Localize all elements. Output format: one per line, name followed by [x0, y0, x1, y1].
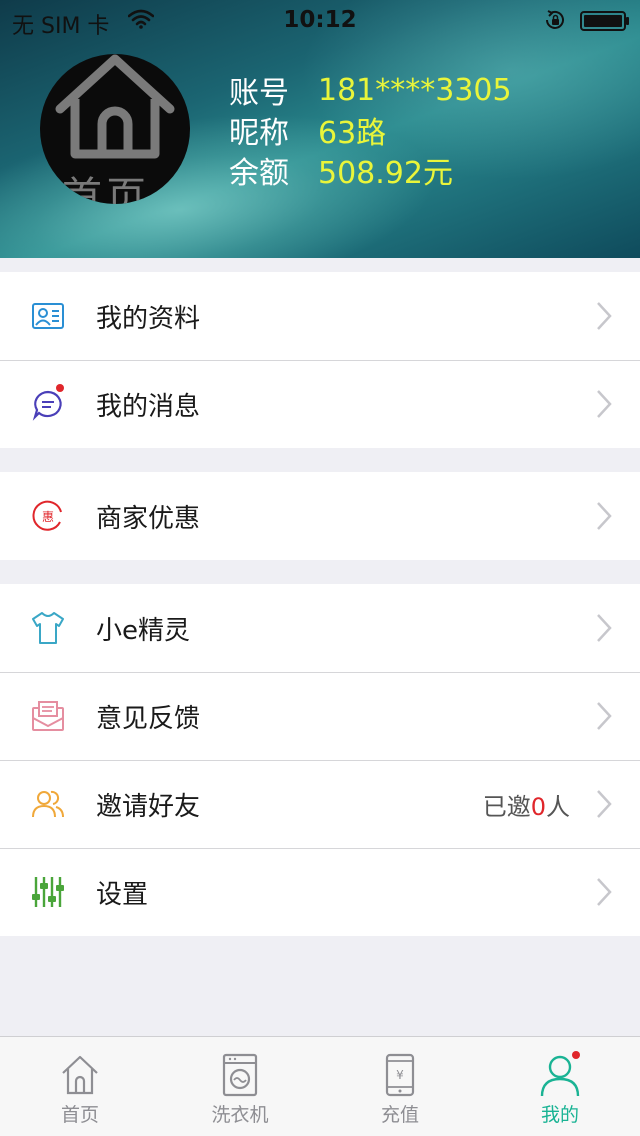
account-info: 账号 181****3305 昵称 63路 余额 508.92元	[229, 70, 512, 192]
menu-item-feedback[interactable]: 意见反馈	[0, 672, 640, 760]
menu-item-my-profile[interactable]: 我的资料	[0, 272, 640, 360]
battery-icon	[580, 11, 630, 37]
notification-badge	[572, 1051, 580, 1059]
tab-label: 充值	[380, 1104, 419, 1126]
home-icon	[60, 1053, 100, 1101]
rotation-lock-icon	[543, 9, 567, 37]
chevron-right-icon	[596, 701, 612, 735]
menu-item-e-assistant[interactable]: 小e精灵	[0, 584, 640, 672]
envelope-icon	[30, 698, 66, 734]
tab-washer[interactable]: 洗衣机	[160, 1037, 320, 1136]
discount-icon: 惠	[30, 498, 66, 534]
menu-item-my-messages[interactable]: 我的消息	[0, 360, 640, 448]
tab-recharge[interactable]: ¥ 充值	[320, 1037, 480, 1136]
menu-item-label: 小e精灵	[96, 615, 190, 646]
nickname-label: 昵称	[229, 116, 289, 151]
menu-item-merchant-deals[interactable]: 惠 商家优惠	[0, 472, 640, 560]
tab-home[interactable]: 首页	[0, 1037, 160, 1136]
account-value: 181****3305	[318, 72, 512, 108]
unread-badge	[56, 384, 64, 392]
tab-label: 洗衣机	[211, 1104, 269, 1126]
chevron-right-icon	[596, 389, 612, 423]
invite-count: 已邀0人	[482, 792, 570, 821]
washing-machine-icon	[220, 1053, 260, 1101]
chevron-right-icon	[596, 789, 612, 823]
chevron-right-icon	[596, 501, 612, 535]
menu-item-label: 我的消息	[96, 391, 201, 422]
tab-bar: 首页 洗衣机 ¥ 充值 我的	[0, 1036, 640, 1136]
invite-count-number: 0	[530, 792, 546, 821]
balance-value: 508.92元	[318, 156, 453, 191]
sliders-icon	[30, 874, 66, 910]
users-icon	[30, 786, 66, 822]
avatar[interactable]: 首页	[40, 54, 190, 204]
menu-item-label: 设置	[96, 879, 149, 910]
menu-group-deals: 惠 商家优惠	[0, 472, 640, 560]
user-icon	[540, 1051, 580, 1101]
status-bar: 无 SIM 卡 10:12	[0, 0, 640, 40]
chevron-right-icon	[596, 613, 612, 647]
menu-item-invite-friends[interactable]: 邀请好友 已邀0人	[0, 760, 640, 848]
chevron-right-icon	[596, 301, 612, 335]
profile-card-icon	[30, 298, 66, 334]
message-bubble-icon	[30, 384, 66, 422]
menu-item-label: 意见反馈	[96, 703, 201, 734]
tab-label: 我的	[540, 1104, 579, 1126]
chevron-right-icon	[596, 877, 612, 911]
menu-group-more: 小e精灵 意见反馈 邀请好友 已邀0人 设置	[0, 584, 640, 936]
menu-item-label: 商家优惠	[96, 503, 201, 534]
svg-text:惠: 惠	[42, 510, 54, 524]
menu-group-account: 我的资料 我的消息	[0, 272, 640, 448]
tab-label: 首页	[60, 1104, 99, 1126]
menu-item-label: 我的资料	[96, 303, 201, 334]
menu-item-label: 邀请好友	[96, 791, 201, 822]
balance-label: 余额	[229, 156, 289, 191]
tab-mine[interactable]: 我的	[480, 1037, 640, 1136]
tshirt-icon	[30, 610, 66, 646]
menu-item-settings[interactable]: 设置	[0, 848, 640, 936]
avatar-label: 首页	[62, 174, 150, 204]
phone-recharge-icon: ¥	[380, 1053, 420, 1101]
svg-text:¥: ¥	[396, 1068, 404, 1082]
nickname-value: 63路	[318, 116, 387, 151]
account-label: 账号	[229, 76, 289, 111]
profile-header: 无 SIM 卡 10:12 首页 账号 181****3305 昵称 63路 余…	[0, 0, 640, 258]
